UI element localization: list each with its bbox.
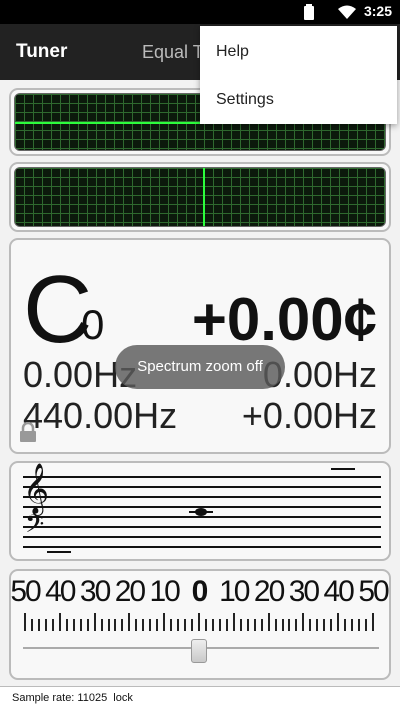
scale-tick xyxy=(344,619,347,631)
scale-label: 20 xyxy=(114,575,146,608)
scale-label: 40 xyxy=(323,575,355,608)
scale-label: 30 xyxy=(288,575,320,608)
scale-tick xyxy=(302,613,305,631)
note-head xyxy=(195,508,207,516)
spectrum-display[interactable] xyxy=(14,167,386,227)
scale-tick xyxy=(79,619,82,631)
scale-tick xyxy=(44,619,47,631)
menu-item-settings[interactable]: Settings xyxy=(200,76,397,124)
scale-label: 20 xyxy=(253,575,285,608)
note-name: C xyxy=(23,256,92,363)
scale-tick xyxy=(295,619,298,631)
scale-label: 0 xyxy=(191,575,209,608)
scale-tick xyxy=(351,619,354,631)
scale-label: 50 xyxy=(358,575,389,608)
waveform-trace xyxy=(15,122,205,124)
scale-tick xyxy=(100,619,103,631)
target-frequency: 440.00Hz xyxy=(23,395,178,436)
scale-tick xyxy=(274,619,277,631)
scale-tick xyxy=(253,619,256,631)
scale-tick xyxy=(365,619,368,631)
overflow-menu: Help Settings xyxy=(200,26,397,124)
scale-tick xyxy=(232,613,235,631)
scale-tick xyxy=(65,619,68,631)
scale-tick xyxy=(225,619,228,631)
menu-item-help[interactable]: Help xyxy=(200,28,397,76)
scale-tick xyxy=(198,613,200,631)
scale-tick xyxy=(260,619,263,631)
status-bar: 3:25 xyxy=(0,0,400,24)
cents-deviation: +0.00¢ xyxy=(191,286,377,353)
staff-line xyxy=(23,536,381,538)
bass-clef-icon: 𝄢 xyxy=(25,511,45,544)
scale-tick xyxy=(204,619,207,631)
spectrum-panel xyxy=(9,162,391,232)
scale-tick xyxy=(177,619,180,631)
staff-line xyxy=(23,486,381,488)
scale-tick xyxy=(316,619,319,631)
scale-tick xyxy=(288,619,291,631)
scale-tick xyxy=(156,619,159,631)
scale-tick xyxy=(128,613,131,631)
scale-tick xyxy=(218,619,221,631)
scale-tick xyxy=(330,619,333,631)
scale-label: 40 xyxy=(45,575,76,608)
note-octave: 0 xyxy=(81,301,105,348)
scale-tick xyxy=(267,613,270,631)
scale-tick xyxy=(142,619,145,631)
scale-tick xyxy=(86,619,89,631)
frequency-offset: +0.00Hz xyxy=(241,395,377,436)
scale-tick xyxy=(191,619,194,631)
scale-tick xyxy=(239,619,242,631)
ledger-line xyxy=(331,468,355,470)
status-time: 3:25 xyxy=(363,3,392,19)
cents-meter-panel: 50 40 30 20 10 0 10 20 30 40 50 xyxy=(9,569,391,680)
scale-tick xyxy=(149,619,152,631)
scale-tick xyxy=(337,613,340,631)
treble-clef-icon: 𝄞 xyxy=(23,464,50,513)
scale-tick xyxy=(309,619,312,631)
scale-label: 30 xyxy=(79,575,111,608)
scale-tick xyxy=(372,613,374,631)
scale-tick xyxy=(72,619,75,631)
staff-line xyxy=(23,516,381,518)
needle-thumb[interactable] xyxy=(191,639,207,663)
scale-tick xyxy=(121,619,124,631)
scale-tick xyxy=(246,619,249,631)
app-title: Tuner xyxy=(16,41,68,62)
scale-label: 10 xyxy=(149,575,181,608)
scale-tick xyxy=(135,619,138,631)
battery-icon xyxy=(304,4,314,20)
staff-line xyxy=(23,546,381,548)
scale-tick xyxy=(281,619,284,631)
scale-tick xyxy=(184,619,187,631)
scale-tick xyxy=(24,613,26,631)
scale-tick xyxy=(30,619,33,631)
scale-tick xyxy=(37,619,40,631)
scale-tick xyxy=(323,619,326,631)
scale-label: 10 xyxy=(219,575,250,608)
scale-tick xyxy=(163,613,166,631)
footer-status: Sample rate: 11025 lock xyxy=(0,686,400,710)
staff-line xyxy=(23,526,381,528)
scale-tick xyxy=(51,619,54,631)
wifi-icon xyxy=(338,5,356,19)
scale-tick xyxy=(107,619,110,631)
staff-line xyxy=(23,496,381,498)
staff-line xyxy=(23,476,381,478)
scale-tick xyxy=(58,613,61,631)
scale-tick xyxy=(114,619,117,631)
scale-tick xyxy=(170,619,173,631)
scale-label: 50 xyxy=(10,575,41,608)
scale-tick xyxy=(358,619,361,631)
scale-tick xyxy=(93,613,96,631)
toast-message: Spectrum zoom off xyxy=(115,345,285,389)
scale-tick xyxy=(211,619,214,631)
ledger-line xyxy=(47,551,71,553)
lock-icon[interactable] xyxy=(19,422,37,442)
spectrum-peak-line xyxy=(203,168,205,226)
staff-panel: 𝄞 𝄢 xyxy=(9,461,391,561)
